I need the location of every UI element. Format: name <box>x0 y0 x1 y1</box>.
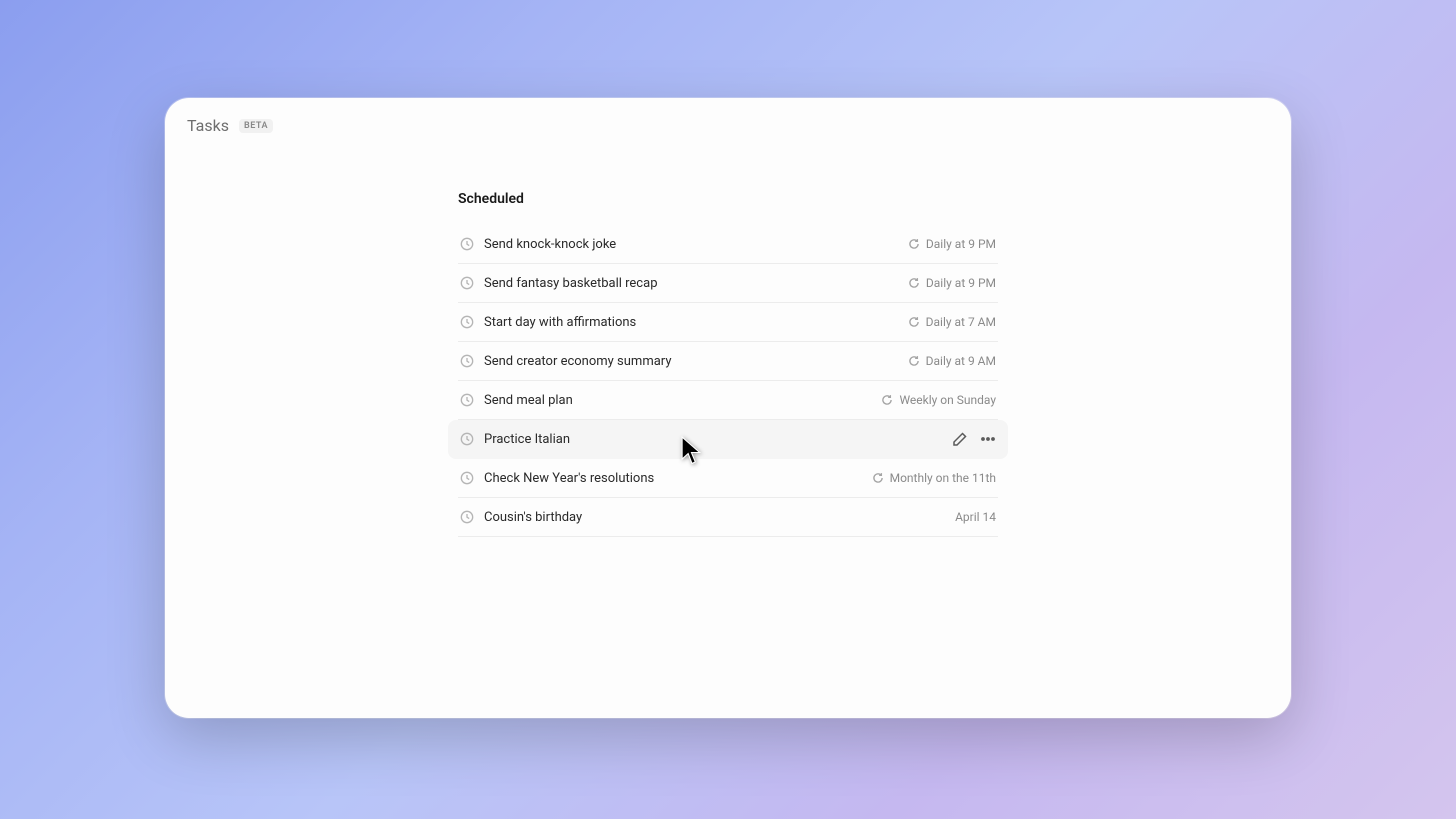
task-title: Cousin's birthday <box>484 510 945 525</box>
clock-icon <box>460 276 474 290</box>
task-title: Practice Italian <box>484 432 942 447</box>
task-schedule: Daily at 9 PM <box>908 237 996 251</box>
more-button[interactable] <box>980 431 996 447</box>
schedule-label: Daily at 7 AM <box>926 315 996 329</box>
schedule-label: Weekly on Sunday <box>899 393 996 407</box>
task-row[interactable]: Send fantasy basketball recap Daily at 9… <box>458 264 998 303</box>
task-list: Send knock-knock joke Daily at 9 PM Send… <box>458 225 998 537</box>
task-row[interactable]: Check New Year's resolutions Monthly on … <box>458 459 998 498</box>
clock-icon <box>460 393 474 407</box>
task-schedule: Monthly on the 11th <box>872 471 996 485</box>
header: Tasks BETA <box>165 98 1291 135</box>
task-schedule: Daily at 7 AM <box>908 315 996 329</box>
recurring-icon <box>881 394 893 406</box>
schedule-label: Daily at 9 PM <box>926 237 996 251</box>
task-title: Send knock-knock joke <box>484 237 898 252</box>
page-title: Tasks <box>187 116 229 135</box>
recurring-icon <box>908 355 920 367</box>
recurring-icon <box>872 472 884 484</box>
task-schedule: Weekly on Sunday <box>881 393 996 407</box>
recurring-icon <box>908 277 920 289</box>
task-schedule: Daily at 9 AM <box>908 354 996 368</box>
row-actions <box>952 431 996 447</box>
clock-icon <box>460 315 474 329</box>
task-title: Check New Year's resolutions <box>484 471 862 486</box>
schedule-label: Daily at 9 PM <box>926 276 996 290</box>
clock-icon <box>460 510 474 524</box>
task-schedule: Daily at 9 PM <box>908 276 996 290</box>
clock-icon <box>460 471 474 485</box>
task-row[interactable]: Send meal plan Weekly on Sunday <box>458 381 998 420</box>
task-title: Send meal plan <box>484 393 871 408</box>
schedule-label: April 14 <box>955 510 996 524</box>
clock-icon <box>460 237 474 251</box>
edit-button[interactable] <box>952 431 968 447</box>
recurring-icon <box>908 238 920 250</box>
content-area: Scheduled Send knock-knock joke Daily at… <box>458 191 998 537</box>
clock-icon <box>460 354 474 368</box>
tasks-window: Tasks BETA Scheduled Send knock-knock jo… <box>165 98 1291 718</box>
clock-icon <box>460 432 474 446</box>
task-row[interactable]: Send knock-knock joke Daily at 9 PM <box>458 225 998 264</box>
task-row[interactable]: Practice Italian <box>448 420 1008 459</box>
task-title: Start day with affirmations <box>484 315 898 330</box>
section-heading: Scheduled <box>458 191 998 207</box>
task-title: Send creator economy summary <box>484 354 898 369</box>
schedule-label: Monthly on the 11th <box>890 471 996 485</box>
task-row[interactable]: Start day with affirmations Daily at 7 A… <box>458 303 998 342</box>
schedule-label: Daily at 9 AM <box>926 354 996 368</box>
task-row[interactable]: Send creator economy summary Daily at 9 … <box>458 342 998 381</box>
task-title: Send fantasy basketball recap <box>484 276 898 291</box>
task-row[interactable]: Cousin's birthday April 14 <box>458 498 998 537</box>
task-schedule: April 14 <box>955 510 996 524</box>
beta-badge: BETA <box>239 119 273 133</box>
recurring-icon <box>908 316 920 328</box>
